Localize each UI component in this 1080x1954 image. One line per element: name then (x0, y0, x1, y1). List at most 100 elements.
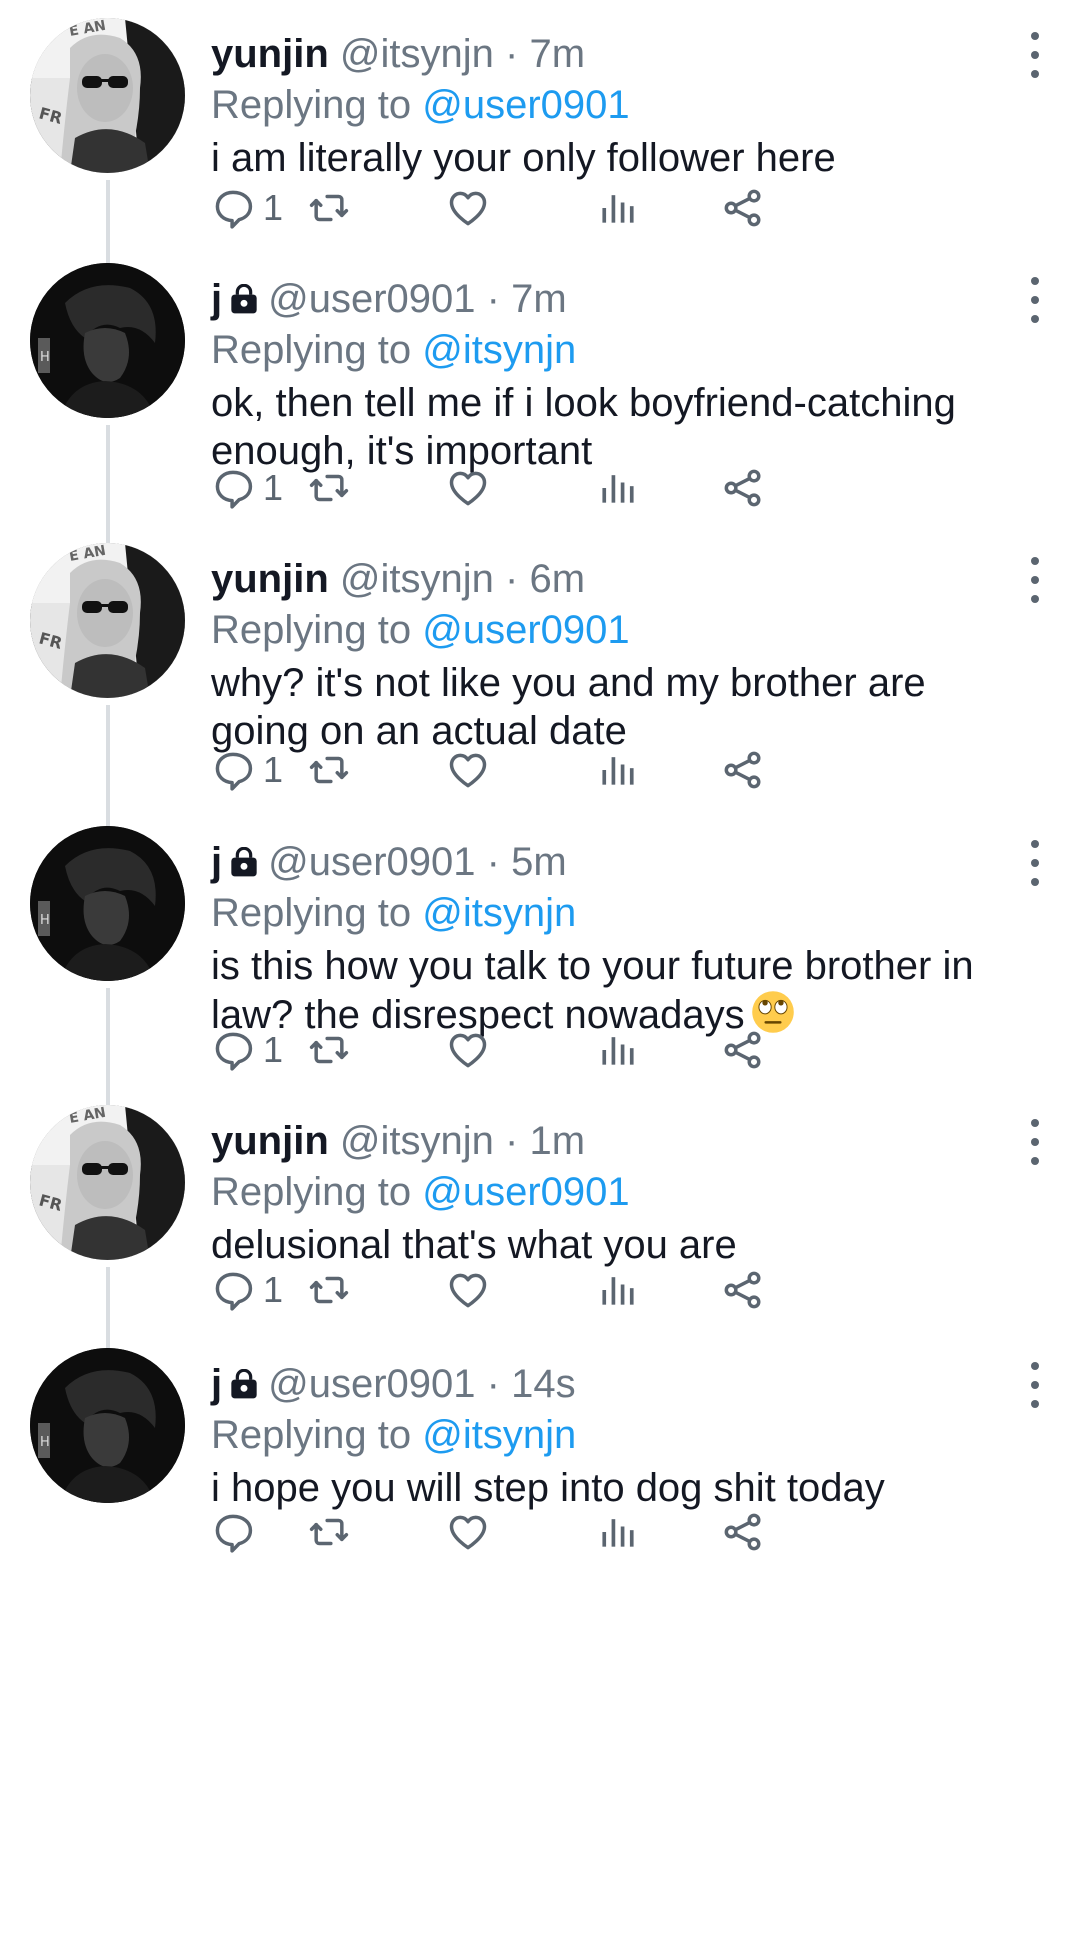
timestamp[interactable]: 5m (511, 840, 567, 884)
views-button[interactable] (596, 178, 640, 238)
timestamp[interactable]: 6m (529, 557, 585, 601)
j-avatar[interactable]: H (30, 263, 185, 418)
tweet-content: yunjin @itsynjn · 7m Replying to @user090… (211, 28, 1021, 182)
timestamp[interactable]: 7m (529, 32, 585, 76)
svg-text:H: H (40, 913, 50, 928)
share-button[interactable] (721, 1260, 765, 1320)
replying-to: Replying to @itsynjn (211, 888, 1021, 938)
analytics-icon (596, 466, 640, 510)
tweet-text-content: i am literally your only follower here (211, 136, 836, 180)
retweet-button[interactable] (306, 1502, 352, 1562)
tweet-content: j @user0901 · 14s Replying to @itsynjn i ho… (211, 1358, 1021, 1512)
tweet-header: yunjin @itsynjn · 6m (211, 553, 1021, 605)
j-avatar[interactable]: H (30, 1348, 185, 1503)
user-handle[interactable]: @user0901 (268, 840, 475, 884)
more-vertical-icon[interactable] (1020, 840, 1050, 886)
more-vertical-icon[interactable] (1020, 277, 1050, 323)
views-button[interactable] (596, 740, 640, 800)
display-name[interactable]: j (211, 277, 222, 321)
mention-link[interactable]: @user0901 (422, 83, 629, 127)
tweet-actions: 1 (211, 178, 1011, 238)
user-handle[interactable]: @itsynjn (340, 32, 494, 76)
user-handle[interactable]: @itsynjn (340, 557, 494, 601)
share-button[interactable] (721, 1020, 765, 1080)
reply-icon (211, 1510, 255, 1554)
mention-link[interactable]: @itsynjn (422, 891, 576, 935)
tweet[interactable]: H j @user0901 · 14s Replying to @itsynjn i … (0, 1340, 1080, 1690)
reply-button[interactable]: 1 (211, 458, 283, 518)
reply-button[interactable]: 1 (211, 1260, 283, 1320)
reply-button[interactable]: 1 (211, 1020, 283, 1080)
display-name[interactable]: yunjin (211, 1119, 329, 1163)
retweet-button[interactable] (306, 1260, 352, 1320)
mention-link[interactable]: @user0901 (422, 1170, 629, 1214)
heart-icon (446, 186, 490, 230)
display-name[interactable]: j (211, 1362, 222, 1406)
more-vertical-icon[interactable] (1020, 557, 1050, 603)
reply-button[interactable]: 1 (211, 740, 283, 800)
more-vertical-icon[interactable] (1020, 1362, 1050, 1408)
display-name[interactable]: yunjin (211, 32, 329, 76)
share-icon (721, 1268, 765, 1312)
svg-text:H: H (40, 350, 50, 365)
retweet-button[interactable] (306, 178, 352, 238)
like-button[interactable] (446, 458, 490, 518)
retweet-button[interactable] (306, 1020, 352, 1080)
user-handle[interactable]: @itsynjn (340, 1119, 494, 1163)
like-button[interactable] (446, 1260, 490, 1320)
j-avatar[interactable]: H (30, 826, 185, 981)
reply-icon (211, 1268, 255, 1312)
thread-connector-line (106, 988, 110, 1107)
yunjin-avatar[interactable]: FR E AN (30, 1105, 185, 1260)
timestamp[interactable]: 7m (511, 277, 567, 321)
more-vertical-icon[interactable] (1020, 1119, 1050, 1165)
separator-dot: · (486, 277, 500, 321)
analytics-icon (596, 1028, 640, 1072)
tweet-actions: 1 (211, 1020, 1011, 1080)
retweet-button[interactable] (306, 740, 352, 800)
heart-icon (446, 466, 490, 510)
lock-icon (228, 1362, 260, 1414)
tweet-header: yunjin @itsynjn · 1m (211, 1115, 1021, 1167)
share-button[interactable] (721, 740, 765, 800)
share-button[interactable] (721, 1502, 765, 1562)
user-handle[interactable]: @user0901 (268, 277, 475, 321)
tweet-actions (211, 1502, 1011, 1562)
views-button[interactable] (596, 1020, 640, 1080)
thread-connector-line (106, 1267, 110, 1350)
timestamp[interactable]: 14s (511, 1362, 576, 1406)
replying-to-label: Replying to (211, 83, 412, 127)
retweet-icon (306, 748, 352, 792)
thread-connector-line (106, 180, 110, 265)
yunjin-avatar[interactable]: FR E AN (30, 543, 185, 698)
user-handle[interactable]: @user0901 (268, 1362, 475, 1406)
share-button[interactable] (721, 178, 765, 238)
views-button[interactable] (596, 1502, 640, 1562)
retweet-icon (306, 186, 352, 230)
replying-to: Replying to @user0901 (211, 605, 1021, 655)
mention-link[interactable]: @user0901 (422, 608, 629, 652)
views-button[interactable] (596, 458, 640, 518)
views-button[interactable] (596, 1260, 640, 1320)
yunjin-avatar[interactable]: FR E AN (30, 18, 185, 173)
share-button[interactable] (721, 458, 765, 518)
analytics-icon (596, 1510, 640, 1554)
display-name[interactable]: j (211, 840, 222, 884)
reply-count: 1 (263, 467, 284, 508)
like-button[interactable] (446, 178, 490, 238)
like-button[interactable] (446, 1020, 490, 1080)
retweet-button[interactable] (306, 458, 352, 518)
reply-button[interactable]: 1 (211, 178, 283, 238)
mention-link[interactable]: @itsynjn (422, 1413, 576, 1457)
like-button[interactable] (446, 740, 490, 800)
retweet-icon (306, 1268, 352, 1312)
like-button[interactable] (446, 1502, 490, 1562)
mention-link[interactable]: @itsynjn (422, 328, 576, 372)
more-vertical-icon[interactable] (1020, 32, 1050, 78)
reply-button[interactable] (211, 1502, 255, 1562)
timestamp[interactable]: 1m (529, 1119, 585, 1163)
display-name[interactable]: yunjin (211, 557, 329, 601)
reply-count: 1 (263, 187, 284, 228)
tweet-actions: 1 (211, 1260, 1011, 1320)
lock-icon (228, 840, 260, 892)
